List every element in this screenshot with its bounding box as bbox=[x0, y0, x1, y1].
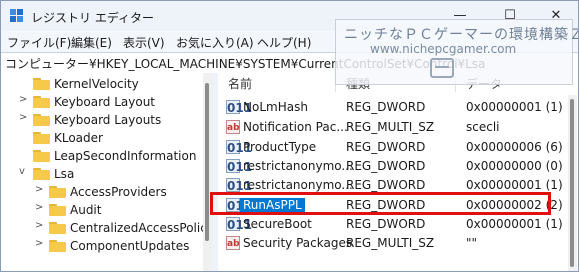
tree-item[interactable]: KernelVelocity bbox=[1, 75, 203, 93]
tree-item-label: Audit bbox=[70, 203, 102, 217]
value-name: restrictanonymo... bbox=[243, 178, 353, 192]
expand-chevron-icon[interactable]: > bbox=[19, 94, 27, 105]
value-data: 0x00000001 (1) bbox=[466, 217, 563, 231]
value-data: scecli bbox=[466, 120, 500, 134]
tree-item-label: LeapSecondInformation bbox=[54, 149, 197, 163]
value-row[interactable]: 011 NoLmHash REG_DWORD 0x00000001 (1) bbox=[218, 97, 578, 117]
value-type: REG_DWORD bbox=[346, 140, 426, 154]
registry-editor-window: レジストリ エディター — ☐ ✕ ファイル(F) 編集(E) 表示(V) お気… bbox=[0, 0, 579, 272]
folder-icon bbox=[33, 78, 50, 90]
string-value-icon: ab bbox=[226, 236, 240, 250]
expand-chevron-icon[interactable]: > bbox=[35, 202, 43, 213]
folder-icon bbox=[33, 96, 50, 108]
window-title: レジストリ エディター bbox=[31, 11, 154, 25]
tree-item-lsa[interactable]: v Lsa bbox=[1, 165, 203, 183]
value-data: 0x00000001 (1) bbox=[466, 100, 563, 114]
value-data: "" bbox=[466, 236, 478, 250]
menu-help[interactable]: ヘルプ(H) bbox=[257, 34, 311, 51]
tree-item[interactable]: > CentralizedAccessPolicie bbox=[1, 219, 212, 237]
expand-chevron-icon[interactable]: > bbox=[35, 220, 43, 231]
tree-item-label: ComponentUpdates bbox=[70, 239, 190, 253]
value-name: ProductType bbox=[243, 140, 317, 154]
folder-icon bbox=[49, 240, 66, 252]
menu-view[interactable]: 表示(V) bbox=[123, 34, 165, 51]
menu-edit[interactable]: 編集(E) bbox=[71, 34, 112, 51]
value-row[interactable]: 011 restrictanonymo... REG_DWORD 0x00000… bbox=[218, 156, 578, 176]
value-type: REG_DWORD bbox=[346, 159, 426, 173]
expand-chevron-icon[interactable]: > bbox=[19, 112, 27, 123]
watermark-logo-icon bbox=[430, 58, 454, 78]
tree-item[interactable]: > ComponentUpdates bbox=[1, 237, 203, 255]
value-name: Notification Pac... bbox=[243, 120, 348, 134]
menu-file[interactable]: ファイル(F) bbox=[7, 34, 71, 51]
folder-icon bbox=[49, 222, 66, 234]
value-row[interactable]: 011 SecureBoot REG_DWORD 0x00000001 (1) bbox=[218, 214, 578, 234]
tree-item-label: KLoader bbox=[54, 131, 103, 145]
watermark-url: www.nichepcgamer.com bbox=[370, 42, 517, 56]
folder-icon bbox=[49, 186, 66, 198]
value-row[interactable]: ab Security Packages REG_MULTI_SZ "" bbox=[218, 233, 578, 253]
binary-value-icon: 011 bbox=[226, 217, 253, 232]
tree-item[interactable]: > Keyboard Layout bbox=[1, 93, 203, 111]
value-data: 0x00000001 (1) bbox=[466, 178, 563, 192]
column-header-name[interactable]: 名前 bbox=[228, 73, 252, 95]
tree-item[interactable]: KLoader bbox=[1, 129, 203, 147]
binary-value-icon: 011 bbox=[226, 100, 253, 115]
expand-chevron-icon[interactable]: > bbox=[35, 238, 43, 249]
tree-item-label: Keyboard Layout bbox=[54, 95, 156, 109]
value-type: REG_MULTI_SZ bbox=[346, 236, 435, 250]
folder-icon bbox=[49, 204, 66, 216]
expand-chevron-icon[interactable]: > bbox=[35, 184, 43, 195]
tree-item[interactable]: > AccessProviders bbox=[1, 183, 203, 201]
value-name: SecureBoot bbox=[243, 217, 312, 231]
folder-open-icon bbox=[33, 168, 50, 180]
highlight-box bbox=[210, 192, 551, 215]
menu-favorites[interactable]: お気に入り(A) bbox=[176, 34, 254, 51]
value-name: restrictanonymo... bbox=[243, 159, 353, 173]
folder-icon bbox=[33, 150, 50, 162]
tree-item-label: Keyboard Layouts bbox=[54, 113, 162, 127]
watermark-title: ニッチなＰＣゲーマーの環境構築Ｚ bbox=[344, 27, 579, 43]
tree-item[interactable]: > Keyboard Layouts bbox=[1, 111, 203, 129]
value-type: REG_DWORD bbox=[346, 217, 426, 231]
tree-item-label: KernelVelocity bbox=[54, 77, 139, 91]
binary-value-icon: 011 bbox=[226, 178, 253, 193]
string-value-icon: ab bbox=[226, 120, 240, 134]
folder-icon bbox=[33, 132, 50, 144]
values-list: 名前 種類 データ 011 NoLmHash REG_DWORD 0x00000… bbox=[218, 73, 578, 271]
tree-scroll-thumb[interactable] bbox=[205, 83, 209, 241]
key-tree: KernelVelocity > Keyboard Layout > Keybo… bbox=[1, 73, 212, 271]
list-scrollbar[interactable] bbox=[568, 95, 577, 271]
value-name: NoLmHash bbox=[243, 100, 308, 114]
value-row[interactable]: 011 ProductType REG_DWORD 0x00000006 (6) bbox=[218, 137, 578, 157]
list-scroll-thumb[interactable] bbox=[570, 99, 574, 267]
value-data: 0x00000000 (0) bbox=[466, 159, 563, 173]
tree-item-label: CentralizedAccessPolicie bbox=[70, 221, 212, 235]
tree-item[interactable]: LeapSecondInformation bbox=[1, 147, 203, 165]
value-type: REG_MULTI_SZ bbox=[346, 120, 435, 134]
value-name: Security Packages bbox=[243, 236, 353, 250]
tree-item-label: Lsa bbox=[54, 167, 75, 181]
value-type: REG_DWORD bbox=[346, 100, 426, 114]
tree-item[interactable]: > Audit bbox=[1, 201, 203, 219]
binary-value-icon: 011 bbox=[226, 159, 253, 174]
folder-icon bbox=[33, 114, 50, 126]
collapse-chevron-icon[interactable]: v bbox=[19, 166, 25, 177]
value-type: REG_DWORD bbox=[346, 178, 426, 192]
binary-value-icon: 011 bbox=[226, 140, 253, 155]
tree-scrollbar[interactable] bbox=[203, 73, 212, 271]
watermark: ニッチなＰＣゲーマーの環境構築Ｚ www.nichepcgamer.com bbox=[335, 19, 578, 85]
tree-item-label: AccessProviders bbox=[70, 185, 167, 199]
registry-editor-icon bbox=[10, 9, 23, 22]
value-data: 0x00000006 (6) bbox=[466, 140, 563, 154]
value-row[interactable]: ab Notification Pac... REG_MULTI_SZ scec… bbox=[218, 117, 578, 137]
